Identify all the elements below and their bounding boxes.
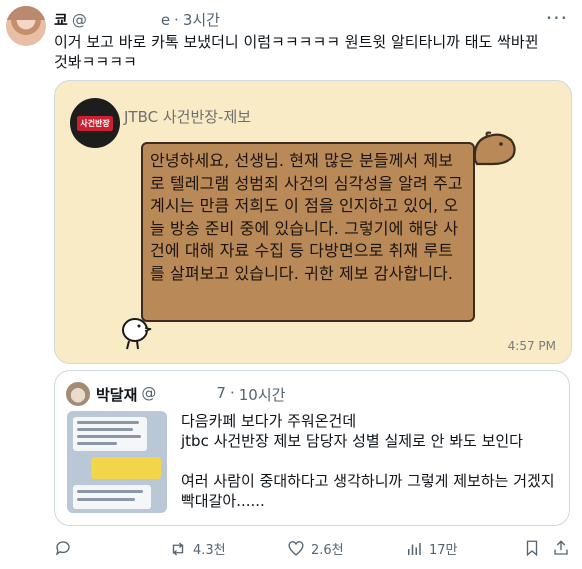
quote-time[interactable]: 10시간 — [239, 384, 286, 405]
message-time: 4:57 PM — [507, 339, 556, 353]
author-handle[interactable]: @ e — [72, 11, 170, 29]
like-button[interactable]: 2.6천 — [287, 539, 344, 558]
action-bar: 4.3천 2.6천 17만 — [54, 537, 570, 559]
tweet-text: 이거 보고 바로 카톡 보냈더니 이럼ㅋㅋㅋㅋㅋ 원트윗 알티타니까 태도 싹바… — [54, 33, 539, 71]
separator: · — [174, 10, 179, 29]
heart-icon — [288, 540, 304, 556]
quote-author-handle[interactable]: @7 — [141, 384, 226, 405]
share-icon — [554, 540, 568, 555]
retweet-count: 4.3천 — [193, 543, 226, 558]
quote-text: 다음카페 보다가 주워온건데 jtbc 사건반장 제보 담당자 성별 실제로 안… — [181, 411, 559, 511]
share-button[interactable] — [552, 539, 570, 557]
channel-name: JTBC 사건반장-제보 — [124, 108, 252, 126]
views-icon — [408, 542, 421, 555]
tweet-time[interactable]: 3시간 — [183, 9, 220, 30]
quote-avatar[interactable] — [66, 382, 90, 406]
like-count: 2.6천 — [311, 543, 344, 558]
quote-line: 다음카페 보다가 주워온건데 — [181, 412, 357, 430]
attached-image[interactable]: 사건반장 JTBC 사건반장-제보 안녕하세요, 선생님. 현재 많은 분들께서… — [54, 80, 572, 364]
bird-icon — [122, 318, 152, 350]
tweet-header: 쿄 @ e · 3시간 — [54, 9, 220, 30]
quote-line: jtbc 사건반장 제보 담당자 성별 실제로 안 봐도 보인다 — [181, 432, 523, 450]
quote-author-name[interactable]: 박달재 — [96, 384, 137, 405]
bookmark-button[interactable] — [523, 539, 541, 557]
views-count: 17만 — [429, 543, 458, 558]
reply-icon — [55, 541, 70, 556]
quote-header: 박달재 @7 · 10시간 — [96, 384, 285, 405]
views-button[interactable]: 17만 — [405, 539, 458, 558]
bookmark-icon — [526, 540, 538, 557]
author-name[interactable]: 쿄 — [54, 9, 68, 30]
message-bubble: 안녕하세요, 선생님. 현재 많은 분들께서 제보로 텔레그램 성범죄 사건의 … — [141, 142, 475, 322]
quote-separator: · — [229, 384, 235, 402]
reply-button[interactable] — [54, 539, 72, 557]
quoted-tweet[interactable]: 박달재 @7 · 10시간 다음카페 보다가 주워온건데 jtbc 사건반장 제… — [54, 370, 570, 526]
quote-line: 여러 사람이 중대하다고 생각하니까 그렇게 제보하는 거겠지 빡대갈아....… — [181, 472, 555, 510]
quote-thumbnail[interactable] — [67, 411, 167, 513]
retweet-icon — [172, 542, 184, 555]
avatar[interactable] — [6, 6, 46, 46]
capybara-icon — [473, 131, 516, 166]
retweet-button[interactable]: 4.3천 — [169, 539, 226, 558]
more-options-icon[interactable]: ··· — [546, 6, 568, 30]
channel-logo: 사건반장 — [70, 98, 120, 148]
